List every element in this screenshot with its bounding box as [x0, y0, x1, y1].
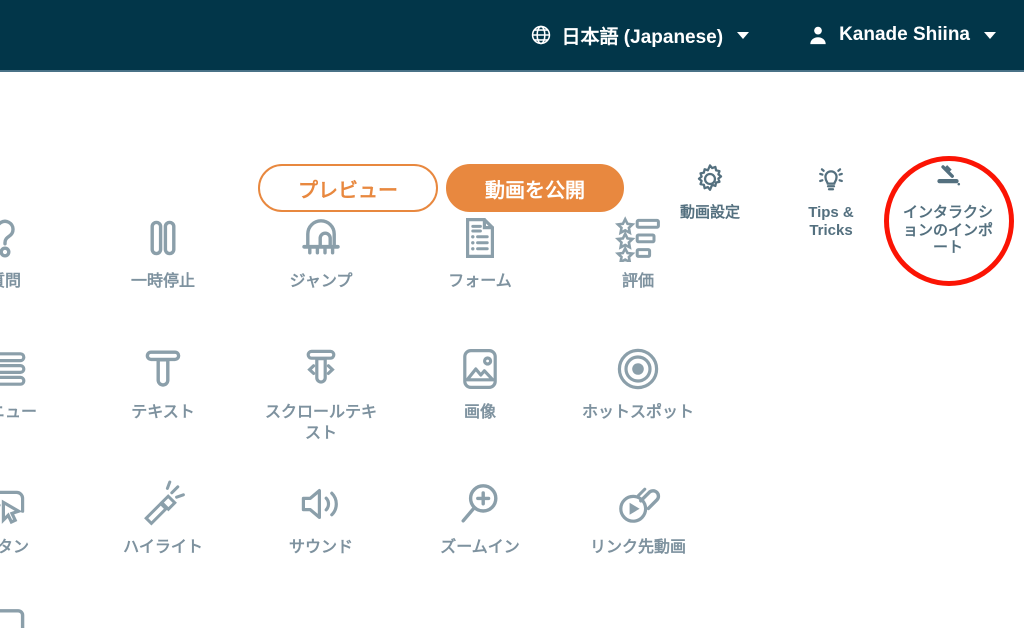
interaction-item-sound[interactable]: サウンド: [246, 480, 396, 559]
interaction-type-grid: 質問 一時停止: [0, 202, 1024, 628]
interaction-item-scroll-text[interactable]: スクロールテキスト: [246, 345, 396, 445]
interaction-item-rating[interactable]: 評価: [563, 214, 713, 293]
chevron-down-icon: [737, 31, 750, 39]
interaction-item-linked-video[interactable]: リンク先動画: [563, 480, 713, 559]
interaction-item-jump[interactable]: ジャンプ: [246, 214, 396, 293]
interaction-label: ジャンプ: [289, 273, 353, 290]
interaction-label: サウンド: [288, 539, 353, 556]
lightbulb-icon: [814, 162, 848, 196]
user-name-label: Kanade Shiina: [839, 24, 970, 45]
menu-lines-icon: [0, 345, 29, 393]
interaction-item-form[interactable]: フォーム: [405, 214, 555, 293]
gear-icon: [693, 162, 727, 196]
chevron-down-icon: [984, 31, 996, 39]
interaction-label: ズームイン: [440, 539, 520, 556]
zoom-in-icon: [456, 480, 504, 528]
linked-video-icon: [614, 480, 662, 528]
interaction-item-partial[interactable]: [0, 602, 80, 628]
interaction-label: スクロールテキスト: [264, 404, 377, 442]
speaker-sound-icon: [297, 480, 345, 528]
action-toolbar: プレビュー 動画を公開 動画設定 Tips & Tricks インタラクションの…: [0, 72, 1024, 286]
text-icon: [139, 345, 187, 393]
interaction-label: ホットスポット: [581, 404, 694, 421]
interaction-label: ハイライト: [123, 539, 203, 556]
interaction-label: 質問: [0, 273, 21, 290]
interaction-label: 評価: [621, 273, 654, 290]
jump-icon: [297, 214, 345, 262]
interaction-label: リンク先動画: [589, 539, 686, 556]
form-document-icon: [456, 214, 504, 262]
interaction-item-pause[interactable]: 一時停止: [88, 214, 238, 293]
interaction-editor-page: 日本語 (Japanese) Kanade Shiina プレビュー 動画を公開: [0, 0, 1024, 628]
top-navigation-bar: 日本語 (Japanese) Kanade Shiina: [0, 0, 1024, 72]
interaction-item-zoom-in[interactable]: ズームイン: [405, 480, 555, 559]
pause-icon: [139, 214, 187, 262]
flashlight-icon: [139, 480, 187, 528]
scroll-text-icon: [297, 345, 345, 393]
interaction-item-question[interactable]: 質問: [0, 214, 80, 293]
interaction-label: 一時停止: [130, 273, 195, 290]
user-avatar-icon: [807, 24, 829, 46]
hotspot-icon: [614, 345, 662, 393]
import-icon: [931, 162, 965, 196]
interaction-item-menu[interactable]: メニュー: [0, 345, 80, 424]
question-mark-icon: [0, 214, 29, 262]
user-menu[interactable]: Kanade Shiina: [807, 24, 996, 46]
button-cursor-icon: [0, 480, 29, 528]
interaction-item-hotspot[interactable]: ホットスポット: [563, 345, 713, 424]
image-icon: [456, 345, 504, 393]
globe-icon: [530, 24, 552, 46]
interaction-item-text[interactable]: テキスト: [88, 345, 238, 424]
interaction-item-image[interactable]: 画像: [405, 345, 555, 424]
interaction-item-button[interactable]: ボタン: [0, 480, 80, 559]
rating-stars-icon: [614, 214, 662, 262]
language-label: 日本語 (Japanese): [561, 26, 724, 48]
interaction-label: テキスト: [131, 404, 195, 421]
interaction-label: ボタン: [0, 539, 29, 556]
interaction-label: メニュー: [0, 404, 37, 421]
interaction-item-highlight[interactable]: ハイライト: [88, 480, 238, 559]
interaction-label: 画像: [463, 404, 496, 421]
interaction-label: フォーム: [448, 273, 512, 290]
language-selector[interactable]: 日本語 (Japanese): [530, 22, 750, 49]
partial-icon: [0, 602, 29, 628]
